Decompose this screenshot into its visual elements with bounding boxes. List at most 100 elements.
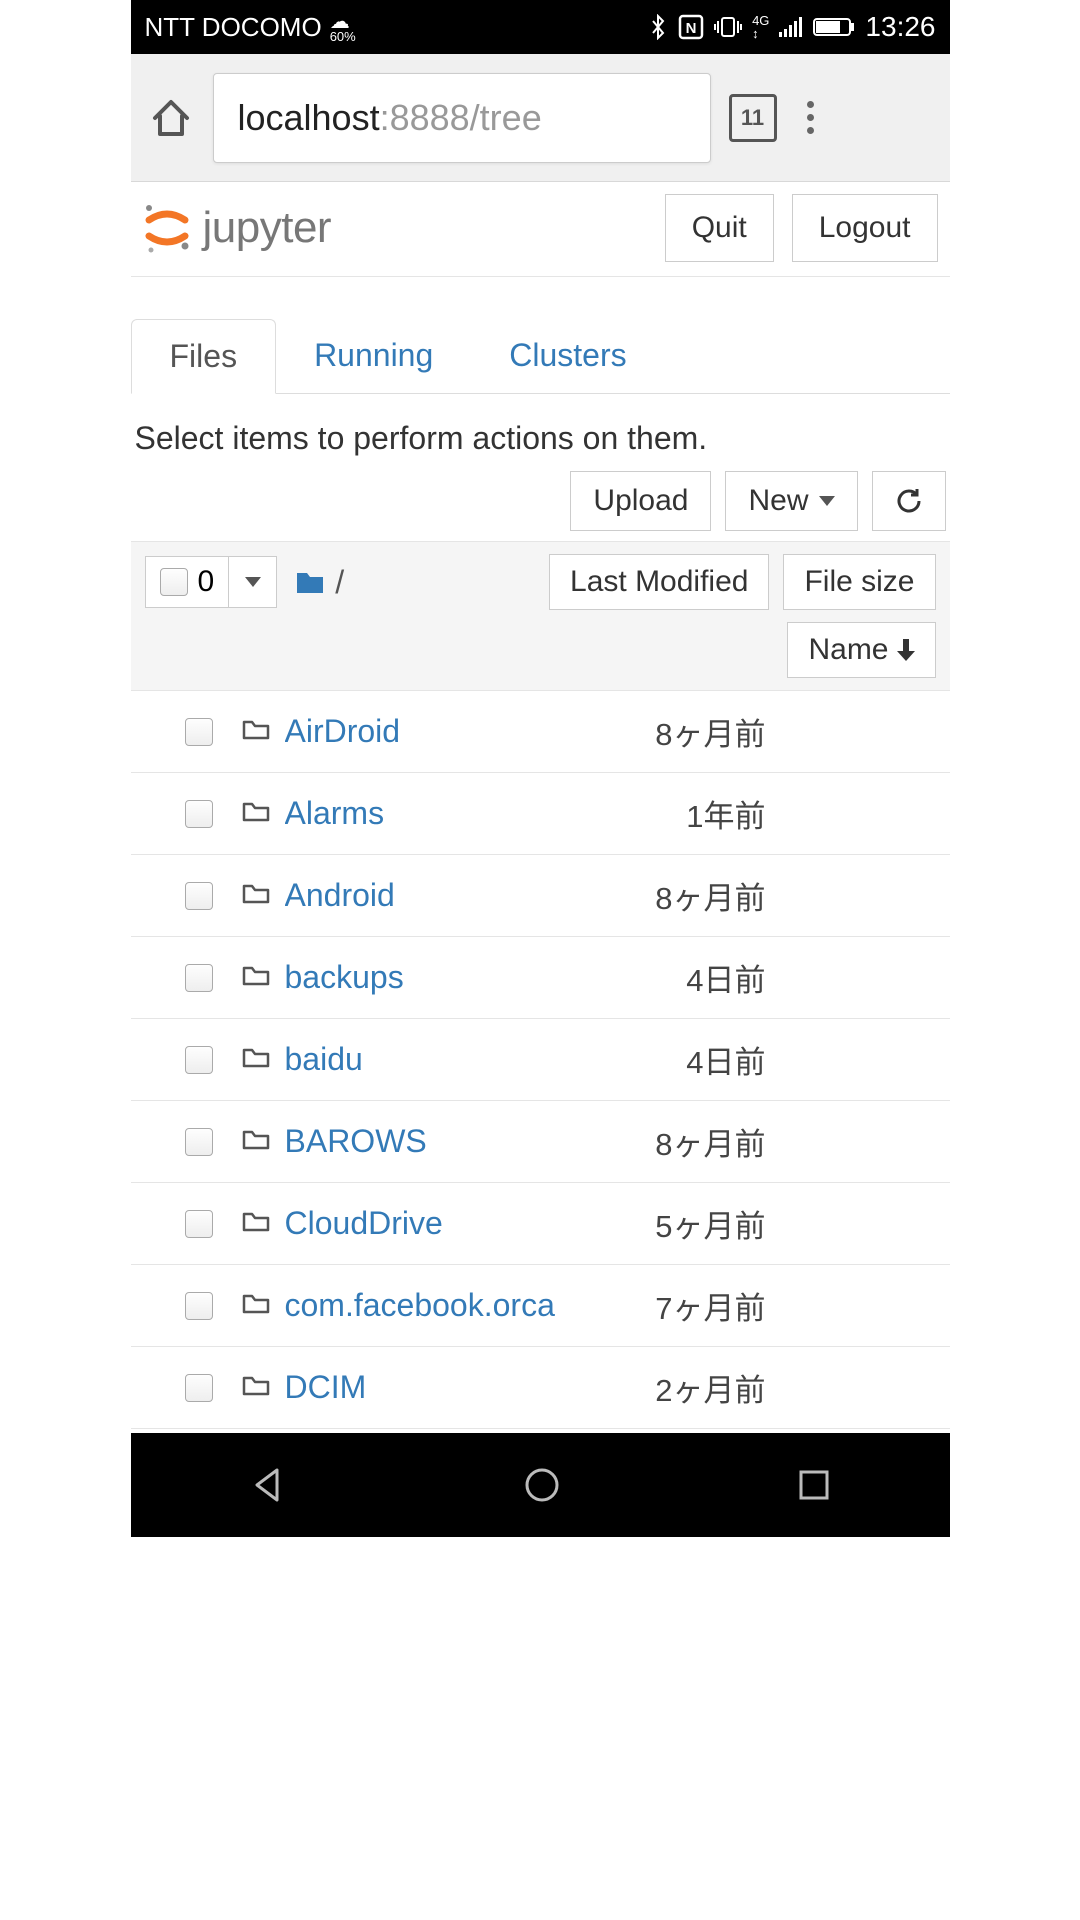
item-name[interactable]: AirDroid: [285, 713, 656, 750]
row-checkbox[interactable]: [185, 1292, 213, 1320]
browser-home-button[interactable]: [147, 94, 195, 142]
row-checkbox[interactable]: [185, 1046, 213, 1074]
row-checkbox[interactable]: [185, 1210, 213, 1238]
battery-icon: [813, 16, 855, 38]
item-name[interactable]: CloudDrive: [285, 1205, 656, 1242]
select-all-checkbox[interactable]: 0: [145, 556, 230, 608]
nav-recent-button[interactable]: [797, 1468, 831, 1502]
folder-icon: [241, 1287, 271, 1324]
signal-icon: [779, 17, 803, 37]
item-modified: 8ヶ月前: [655, 873, 765, 918]
nav-home-button[interactable]: [523, 1466, 561, 1504]
folder-icon: [241, 713, 271, 750]
nav-back-button[interactable]: [249, 1466, 287, 1504]
file-row[interactable]: backups4日前: [131, 937, 950, 1019]
arrow-down-icon: [897, 639, 915, 661]
tab-count-button[interactable]: 11: [729, 94, 777, 142]
jupyter-header: jupyter Quit Logout: [131, 182, 950, 277]
item-modified: 5ヶ月前: [655, 1201, 765, 1246]
row-checkbox[interactable]: [185, 800, 213, 828]
file-row[interactable]: AirDroid8ヶ月前: [131, 691, 950, 773]
row-checkbox[interactable]: [185, 882, 213, 910]
upload-button[interactable]: Upload: [570, 471, 711, 531]
item-name[interactable]: DCIM: [285, 1369, 656, 1406]
nav-bar: [131, 1433, 950, 1537]
caret-down-icon: [819, 496, 835, 506]
item-modified: 8ヶ月前: [655, 709, 765, 754]
status-bar: NTT DOCOMO ☁60% N 4G↕ 13:26: [131, 0, 950, 54]
select-all-group: 0: [145, 556, 278, 608]
item-modified: 4日前: [686, 1037, 765, 1082]
folder-icon: [241, 1205, 271, 1242]
jupyter-logo-text: jupyter: [203, 203, 332, 253]
file-row[interactable]: DCIM2ヶ月前: [131, 1347, 950, 1429]
folder-icon: [241, 795, 271, 832]
tab-clusters[interactable]: Clusters: [471, 319, 664, 393]
list-header: 0 / Last Modified File size Name: [131, 541, 950, 691]
sort-name[interactable]: Name: [787, 622, 935, 678]
jupyter-header-buttons: Quit Logout: [665, 194, 938, 262]
caret-down-icon: [245, 577, 261, 587]
bluetooth-icon: [648, 14, 668, 40]
file-row[interactable]: baidu4日前: [131, 1019, 950, 1101]
sort-last-modified[interactable]: Last Modified: [549, 554, 769, 610]
browser-chrome: localhost:8888/tree 11: [131, 54, 950, 182]
jupyter-logo[interactable]: jupyter: [139, 200, 332, 256]
sort-file-size[interactable]: File size: [783, 554, 935, 610]
checkbox-icon: [160, 568, 188, 596]
tab-files[interactable]: Files: [131, 319, 277, 394]
row-checkbox[interactable]: [185, 964, 213, 992]
refresh-button[interactable]: [872, 471, 946, 531]
new-button-label: New: [748, 484, 808, 518]
breadcrumb[interactable]: /: [295, 564, 344, 601]
folder-icon: [241, 1041, 271, 1078]
row-checkbox[interactable]: [185, 718, 213, 746]
file-row[interactable]: BAROWS8ヶ月前: [131, 1101, 950, 1183]
row-checkbox[interactable]: [185, 1128, 213, 1156]
new-button[interactable]: New: [725, 471, 857, 531]
item-modified: 1年前: [686, 791, 765, 836]
network-icon: 4G↕: [752, 14, 769, 40]
file-row[interactable]: Alarms1年前: [131, 773, 950, 855]
item-modified: 2ヶ月前: [655, 1365, 765, 1410]
weather-pct: 60%: [330, 30, 356, 43]
file-row[interactable]: com.facebook.orca7ヶ月前: [131, 1265, 950, 1347]
item-name[interactable]: Android: [285, 877, 656, 914]
item-modified: 7ヶ月前: [655, 1283, 765, 1328]
nfc-icon: N: [678, 14, 704, 40]
file-row[interactable]: Android8ヶ月前: [131, 855, 950, 937]
folder-icon: [241, 959, 271, 996]
breadcrumb-root: /: [335, 564, 344, 601]
folder-icon: [295, 569, 325, 595]
select-dropdown[interactable]: [229, 556, 277, 608]
item-name[interactable]: Alarms: [285, 795, 687, 832]
item-name[interactable]: BAROWS: [285, 1123, 656, 1160]
item-name[interactable]: backups: [285, 959, 687, 996]
file-list: AirDroid8ヶ月前Alarms1年前Android8ヶ月前backups4…: [131, 691, 950, 1429]
row-checkbox[interactable]: [185, 1374, 213, 1402]
weather-icon: ☁60%: [330, 12, 356, 43]
sort-name-label: Name: [808, 633, 888, 667]
svg-text:N: N: [686, 20, 697, 37]
jupyter-tabs: Files Running Clusters: [131, 319, 950, 394]
folder-icon: [241, 1369, 271, 1406]
quit-button[interactable]: Quit: [665, 194, 774, 262]
item-name[interactable]: baidu: [285, 1041, 687, 1078]
file-row[interactable]: CloudDrive5ヶ月前: [131, 1183, 950, 1265]
select-count: 0: [198, 565, 215, 599]
tab-count-value: 11: [741, 105, 764, 131]
logout-button[interactable]: Logout: [792, 194, 938, 262]
url-path: :8888/tree: [380, 97, 542, 139]
status-right: N 4G↕ 13:26: [648, 11, 935, 43]
item-modified: 8ヶ月前: [655, 1119, 765, 1164]
tab-running[interactable]: Running: [276, 319, 471, 393]
vibrate-icon: [714, 15, 742, 39]
url-bar[interactable]: localhost:8888/tree: [213, 73, 711, 163]
status-left: NTT DOCOMO ☁60%: [145, 12, 356, 43]
url-host: localhost: [238, 97, 380, 139]
action-hint: Select items to perform actions on them.: [131, 394, 950, 467]
status-time: 13:26: [865, 11, 935, 43]
item-name[interactable]: com.facebook.orca: [285, 1287, 656, 1324]
browser-menu-button[interactable]: [795, 101, 826, 134]
jupyter-logo-icon: [139, 200, 195, 256]
